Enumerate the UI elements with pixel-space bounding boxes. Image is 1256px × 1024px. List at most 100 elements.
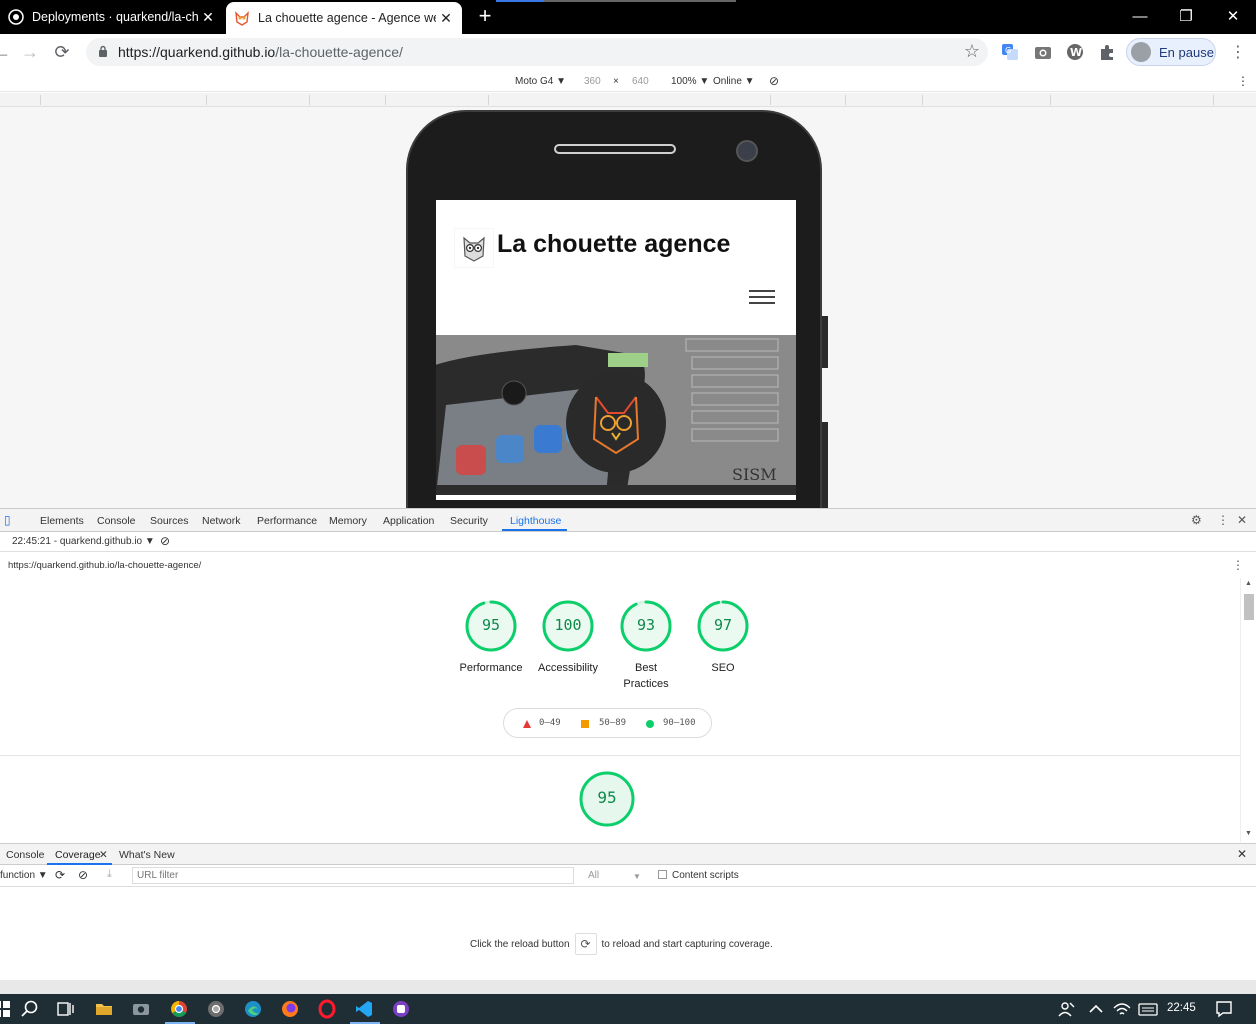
- scroll-down-icon[interactable]: ▼: [1245, 830, 1252, 837]
- translate-extension-icon[interactable]: G: [1001, 43, 1019, 61]
- height-input[interactable]: 640: [632, 76, 649, 87]
- browser-tab-strip: Deployments · quarkend/la-chou ✕ La chou…: [0, 0, 1256, 34]
- width-input[interactable]: 360: [584, 76, 601, 87]
- tray-chevron-up-icon[interactable]: [1086, 999, 1106, 1019]
- export-icon[interactable]: ⤓: [107, 868, 112, 881]
- chrome-icon[interactable]: [169, 999, 189, 1019]
- drawer-tab-console[interactable]: Console: [6, 849, 45, 861]
- legend-pass: 90–100: [663, 718, 696, 728]
- coverage-toolbar: function ▼ ⟳ ⊘ ⤓ All ▼ Content scripts: [0, 865, 1256, 887]
- tab-deployments[interactable]: Deployments · quarkend/la-chou ✕: [0, 0, 224, 34]
- drawer-close-icon[interactable]: ✕: [1237, 847, 1247, 861]
- wordpress-extension-icon[interactable]: W: [1066, 43, 1084, 61]
- close-window-icon[interactable]: ✕: [1210, 0, 1256, 32]
- search-icon[interactable]: [20, 999, 40, 1019]
- tab-sources[interactable]: Sources: [150, 515, 189, 527]
- url-filter-field[interactable]: [132, 867, 574, 884]
- lighthouse-toolbar: 22:45:21 - quarkend.github.io ▼ ⊘: [0, 532, 1256, 552]
- device-toggle-icon[interactable]: ▯: [4, 513, 11, 527]
- network-select[interactable]: Online ▼: [713, 76, 755, 87]
- bookmark-star-icon[interactable]: ☆: [964, 41, 980, 62]
- notifications-icon[interactable]: [1214, 999, 1234, 1019]
- opera-icon[interactable]: [317, 999, 337, 1019]
- back-icon[interactable]: ←: [0, 40, 14, 64]
- score-gauge-accessibility[interactable]: 100: [542, 600, 594, 652]
- site-logo-icon[interactable]: [454, 228, 494, 268]
- file-explorer-icon[interactable]: [94, 999, 114, 1019]
- tab-title: La chouette agence - Agence we: [258, 11, 436, 25]
- report-url: https://quarkend.github.io/la-chouette-a…: [8, 560, 202, 571]
- minimize-icon[interactable]: —: [1117, 0, 1163, 32]
- windows-taskbar: 22:45: [0, 994, 1256, 1024]
- clear-report-icon[interactable]: ⊘: [160, 534, 170, 548]
- profile-button[interactable]: En pause: [1126, 38, 1216, 66]
- tab-la-chouette[interactable]: La chouette agence - Agence we ✕: [226, 2, 462, 34]
- start-icon[interactable]: [0, 999, 12, 1019]
- lock-icon: [99, 45, 107, 57]
- chrome-alt-icon[interactable]: [206, 999, 226, 1019]
- people-icon[interactable]: [1057, 999, 1077, 1019]
- score-gauge-best-practices[interactable]: 93: [620, 600, 672, 652]
- content-scripts-checkbox[interactable]: [658, 870, 667, 879]
- per-function-select[interactable]: function ▼: [0, 870, 48, 881]
- app-purple-icon[interactable]: [391, 999, 411, 1019]
- address-bar[interactable]: https://quarkend.github.io/la-chouette-a…: [86, 38, 988, 66]
- tab-security[interactable]: Security: [450, 515, 488, 527]
- coverage-reload-button[interactable]: ⟳: [574, 933, 597, 955]
- tab-network[interactable]: Network: [202, 515, 241, 527]
- url-filter-input[interactable]: [133, 868, 573, 883]
- tab-close-icon[interactable]: ✕: [198, 9, 218, 26]
- coverage-message-start: Click the reload button: [470, 938, 570, 950]
- content-scripts-label: Content scripts: [672, 870, 739, 881]
- url-path: /la-chouette-agence/: [275, 44, 403, 60]
- extensions-puzzle-icon[interactable]: [1098, 43, 1116, 61]
- pass-circle-icon: [646, 720, 654, 728]
- report-scrollbar[interactable]: ▲ ▼: [1240, 578, 1256, 842]
- reload-icon[interactable]: ⟳: [50, 40, 74, 64]
- site-title: La chouette agence: [497, 230, 731, 258]
- report-selector[interactable]: 22:45:21 - quarkend.github.io ▼: [12, 536, 155, 547]
- camera-app-icon[interactable]: [131, 999, 151, 1019]
- task-view-icon[interactable]: [55, 999, 75, 1019]
- score-value: 100: [554, 616, 582, 634]
- drawer-tab-close-icon[interactable]: ✕: [99, 849, 108, 861]
- times-sign: ×: [613, 76, 619, 87]
- forward-icon[interactable]: →: [18, 40, 42, 64]
- drawer-tab-whats-new[interactable]: What's New: [119, 849, 175, 861]
- vscode-icon[interactable]: [354, 999, 374, 1019]
- edge-icon[interactable]: [243, 999, 263, 1019]
- camera-extension-icon[interactable]: [1034, 43, 1052, 61]
- hamburger-menu-icon[interactable]: [749, 290, 775, 308]
- tab-application[interactable]: Application: [383, 515, 434, 527]
- drawer-tab-coverage[interactable]: Coverage: [55, 849, 101, 861]
- device-select[interactable]: Moto G4 ▼: [515, 76, 566, 87]
- tab-elements[interactable]: Elements: [40, 515, 84, 527]
- clear-coverage-icon[interactable]: ⊘: [78, 868, 88, 882]
- tab-performance[interactable]: Performance: [257, 515, 317, 527]
- reload-coverage-icon[interactable]: ⟳: [55, 868, 65, 882]
- clock[interactable]: 22:45: [1167, 1002, 1196, 1014]
- score-gauge-seo[interactable]: 97: [697, 600, 749, 652]
- zoom-select[interactable]: 100% ▼: [671, 76, 709, 87]
- scroll-thumb[interactable]: [1244, 594, 1254, 620]
- devtools-more-icon[interactable]: ⋮: [1217, 513, 1229, 527]
- settings-gear-icon[interactable]: ⚙: [1191, 513, 1202, 527]
- tab-console[interactable]: Console: [97, 515, 136, 527]
- firefox-icon[interactable]: [280, 999, 300, 1019]
- tab-memory[interactable]: Memory: [329, 515, 367, 527]
- tab-lighthouse[interactable]: Lighthouse: [510, 515, 561, 527]
- devtools-close-icon[interactable]: ✕: [1237, 513, 1247, 527]
- report-divider: [0, 755, 1240, 756]
- type-filter-select[interactable]: All: [588, 870, 599, 881]
- chrome-menu-icon[interactable]: ⋮: [1230, 42, 1246, 62]
- score-gauge-performance[interactable]: 95: [465, 600, 517, 652]
- restore-icon[interactable]: ❐: [1163, 0, 1209, 32]
- tab-close-icon[interactable]: ✕: [436, 10, 456, 27]
- report-menu-icon[interactable]: ⋮: [1232, 558, 1244, 572]
- keyboard-icon[interactable]: [1138, 999, 1158, 1019]
- wifi-icon[interactable]: [1112, 999, 1132, 1019]
- device-more-icon[interactable]: ⋮: [1237, 74, 1249, 88]
- new-tab-icon[interactable]: +: [474, 5, 496, 27]
- scroll-up-icon[interactable]: ▲: [1245, 580, 1252, 587]
- rotate-icon[interactable]: ⊘: [769, 74, 779, 88]
